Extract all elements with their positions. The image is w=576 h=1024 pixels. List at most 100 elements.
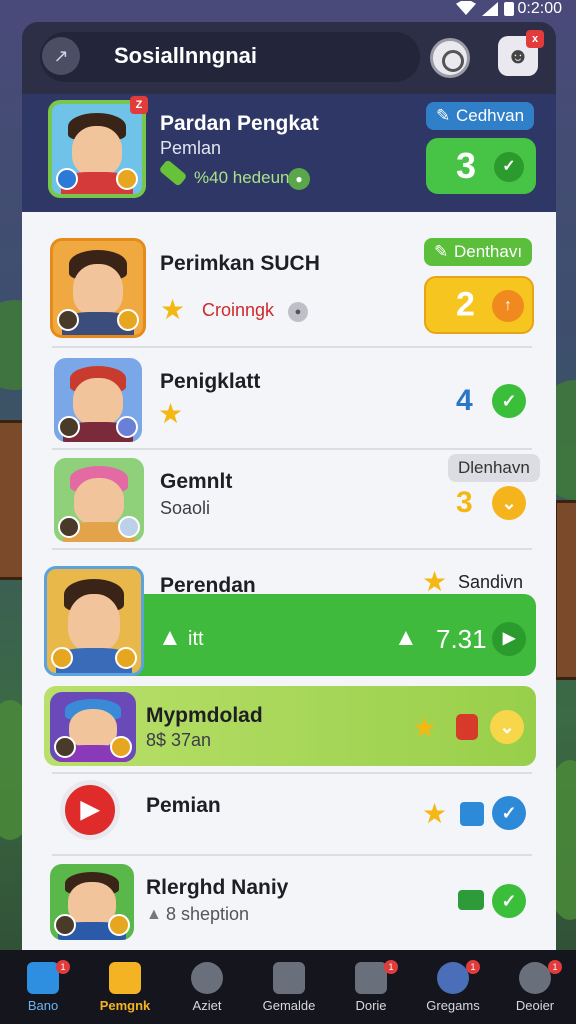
nav-item-ranking[interactable]: Pemgnk [84,950,166,1024]
app-bar: ↗ Sosiallnngnai ☻ x [22,22,556,94]
nav-badge: 1 [384,960,398,974]
score-value: 2 [456,285,475,324]
rank-pill[interactable]: ✎ Denthavı [424,238,533,266]
notification-badge: x [526,30,544,48]
nav-label: Deoier [515,998,555,1013]
flame-icon: ▲ [146,906,162,923]
profile-icon[interactable]: ☻ x [498,30,544,76]
divider [52,548,532,550]
nav-label: Bano [27,998,59,1013]
play-icon[interactable]: ▶ [60,780,120,840]
player-avatar [54,358,142,442]
star-icon: ★ [422,566,448,597]
player-name: Penigklatt [160,370,261,393]
avatar-badge: Z [130,96,148,114]
check-icon[interactable]: ✓ [492,884,526,918]
score-box[interactable]: 2 ↑ [424,276,534,334]
score-box[interactable]: 3 ✓ [426,138,536,194]
player-avatar [50,692,136,762]
tools-icon [57,309,79,331]
player-tag: Sandivn [458,572,524,592]
player-name: Rlerghd Naniy [146,876,289,899]
rank-pill[interactable]: Dlenhavn [448,454,540,482]
score-value: 3 [456,486,473,519]
medal-icon [110,736,132,758]
camera-icon[interactable] [430,38,470,78]
player-name: Perendan [160,574,256,597]
player-detail: %40 hedeun [194,168,290,187]
nav-item-profile[interactable]: 1 Deoier [494,950,576,1024]
divider [52,448,532,450]
star-icon: ★ [412,712,438,743]
check-icon[interactable]: ✓ [492,796,526,830]
player-avatar [50,238,146,338]
rank-pill-label: Denthavı [454,242,523,261]
player-name: Perimkan SUCH [160,252,320,275]
bottom-nav: 1 Bano Pemgnk Aziet Gemalde 1 Dorie 1 Gr… [0,950,576,1024]
lock-icon [456,714,478,740]
player-avatar [50,864,134,940]
star-icon: ★ [422,798,448,829]
shield-icon [56,168,78,190]
divider [52,772,532,774]
nav-badge: 1 [56,960,70,974]
leaderboard-panel: Z Pardan Pengkat Pemlan %40 hedeun ● ✎ C… [22,94,556,950]
player-avatar [44,566,144,676]
nav-label: Aziet [192,998,222,1013]
player-detail: Croinngk [202,300,275,320]
nav-label: Dorie [355,998,387,1013]
player-name: Gemnlt [160,470,233,493]
nav-item-games[interactable]: Gemalde [248,950,330,1024]
nav-item-alerts[interactable]: Aziet [166,950,248,1024]
status-bar: 0:2:00 [0,0,576,22]
nav-item-store[interactable]: 1 Dorie [330,950,412,1024]
featured-player-card[interactable]: Z Pardan Pengkat Pemlan %40 hedeun ● ✎ C… [22,94,556,212]
score-value: 3 [456,145,477,186]
star-icon: ★ [160,294,186,325]
nav-item-home[interactable]: 1 Bano [2,950,84,1024]
flame-icon: ▲ [158,624,182,651]
player-avatar [54,458,144,542]
ticket-icon [458,890,484,910]
check-icon: ✓ [494,152,524,182]
shield-icon [460,802,484,826]
rank-icon: ✎ [434,242,449,261]
tools-icon [58,516,80,538]
battery-icon [504,2,514,16]
gear-icon [118,516,140,538]
info-icon[interactable]: ● [288,302,308,322]
home-icon [27,962,59,994]
flame-icon: ▲ [394,624,418,651]
player-name: Pemian [146,794,221,817]
clock: 0:2:00 [517,0,562,17]
nav-badge: 1 [466,960,480,974]
divider [52,346,532,348]
star-icon: ★ [158,398,184,429]
nav-item-groups[interactable]: 1 Gregams [412,950,494,1024]
chevron-down-icon[interactable]: ⌄ [490,710,524,744]
medal-icon [117,309,139,331]
signal-icon [482,2,498,16]
player-subtitle: Soaoli [160,498,211,518]
chevron-down-icon[interactable]: ⌄ [492,486,526,520]
person-icon [519,962,551,994]
player-detail: 8 sheption [166,904,250,924]
store-icon [355,962,387,994]
nav-label: Gregams [426,998,480,1013]
medal-icon [51,647,73,669]
play-icon[interactable]: ▶ [492,622,526,656]
check-icon[interactable]: ✓ [492,384,526,418]
rank-icon: ✎ [436,106,451,125]
wifi-icon [456,1,476,15]
player-name: Mypmdolad [146,704,263,727]
player-name: Pardan Pengkat [160,112,319,135]
back-icon[interactable]: ↗ [42,37,80,75]
tools-icon [54,914,76,936]
gear-icon [116,416,138,438]
nav-badge: 1 [548,960,562,974]
player-subtitle: Pemlan [160,138,222,158]
rank-pill[interactable]: ✎ Cedhvan [426,102,535,130]
grid-icon [273,962,305,994]
tools-icon [54,736,76,758]
player-avatar [48,100,146,198]
